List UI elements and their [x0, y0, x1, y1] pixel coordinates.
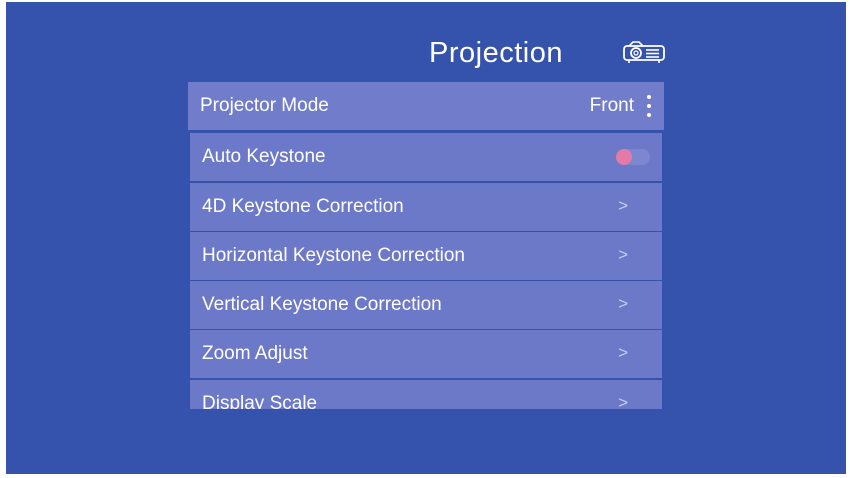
projector-mode-value: Front: [589, 95, 634, 116]
more-options-icon[interactable]: [646, 95, 652, 117]
settings-menu: Projector Mode Front Auto Keystone 4D Ke…: [188, 82, 664, 409]
menu-item-label: 4D Keystone Correction: [202, 196, 404, 217]
chevron-right-icon: >: [618, 294, 628, 313]
chevron-right-icon: >: [618, 343, 628, 362]
menu-item-zoom-adjust[interactable]: Zoom Adjust >: [190, 330, 662, 378]
menu-item-label: Vertical Keystone Correction: [202, 294, 442, 315]
menu-item-horizontal-keystone-correction[interactable]: Horizontal Keystone Correction >: [190, 232, 662, 280]
menu-item-label: Zoom Adjust: [202, 343, 308, 364]
menu-item-display-scale[interactable]: Display Scale >: [190, 380, 662, 409]
menu-item-4d-keystone-correction[interactable]: 4D Keystone Correction >: [190, 183, 662, 231]
menu-item-vertical-keystone-correction[interactable]: Vertical Keystone Correction >: [190, 281, 662, 329]
chevron-right-icon: >: [618, 245, 628, 264]
menu-item-label: Display Scale: [202, 393, 318, 409]
page-title: Projection: [429, 37, 563, 69]
chevron-right-icon: >: [618, 196, 628, 215]
auto-keystone-toggle[interactable]: [616, 149, 650, 165]
menu-item-label: Horizontal Keystone Correction: [202, 245, 465, 266]
menu-item-projector-mode[interactable]: Projector Mode Front: [188, 82, 664, 130]
toggle-knob: [616, 149, 632, 165]
projector-icon: [623, 41, 665, 63]
menu-item-label: Auto Keystone: [202, 146, 326, 167]
chevron-right-icon: >: [618, 393, 628, 409]
menu-item-label: Projector Mode: [200, 95, 329, 116]
projection-settings-screen: Projection Projector Mode Front Auto Key…: [6, 2, 846, 474]
menu-item-auto-keystone[interactable]: Auto Keystone: [190, 133, 662, 181]
